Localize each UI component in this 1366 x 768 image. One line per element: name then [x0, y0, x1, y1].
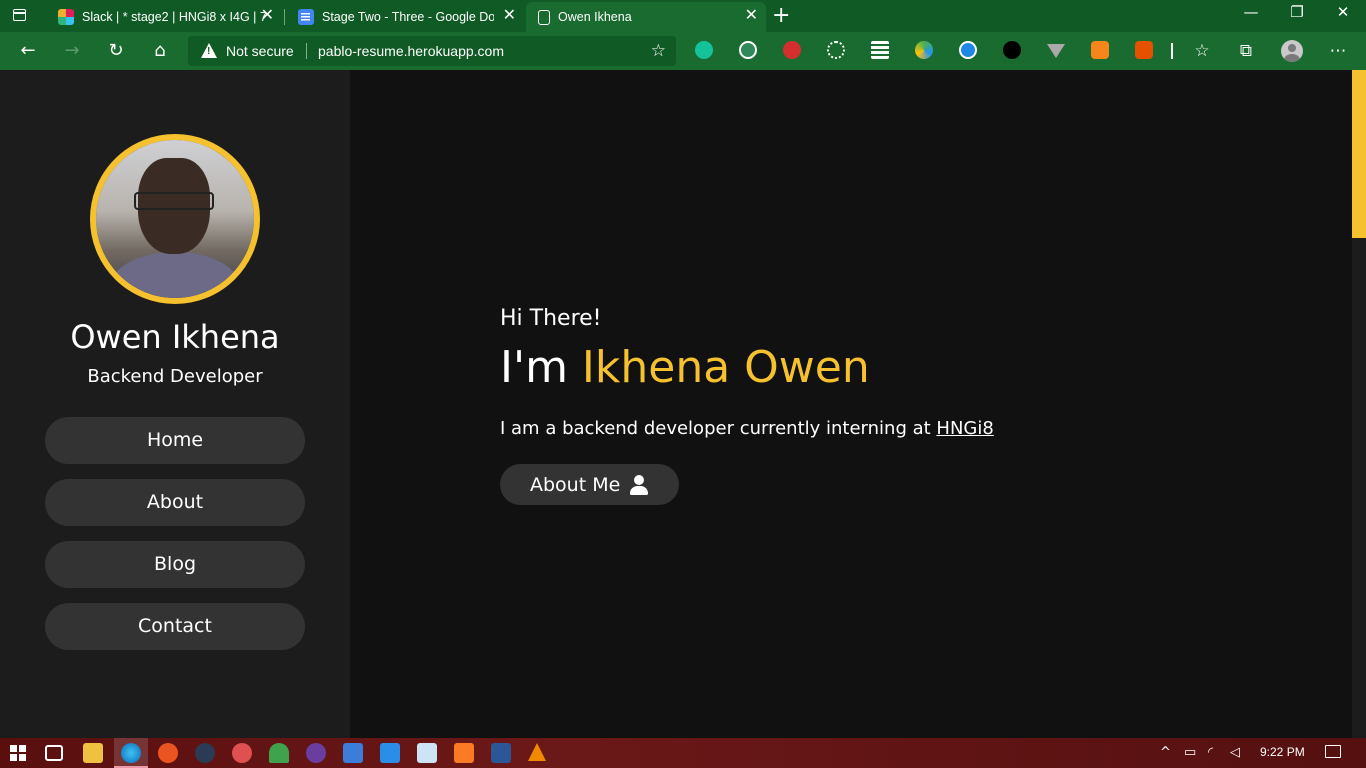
close-tab-icon[interactable]: ✕	[745, 8, 758, 24]
nav-blog-button[interactable]: Blog	[45, 541, 305, 588]
edge-icon[interactable]	[121, 743, 141, 763]
page-scrollbar[interactable]	[1352, 70, 1366, 738]
extension-icon[interactable]	[871, 41, 889, 59]
slack-icon	[58, 9, 74, 25]
address-bar[interactable]: Not secure pablo-resume.herokuapp.com ☆	[188, 36, 676, 66]
volume-icon[interactable]: ◁	[1230, 745, 1240, 760]
tab-divider	[284, 9, 285, 25]
ubuntu-icon[interactable]	[158, 743, 178, 763]
app-icon[interactable]	[343, 743, 363, 763]
profile-photo	[90, 134, 260, 304]
tray-chevron-icon[interactable]: ^	[1160, 745, 1171, 760]
tab-owen-ikhena[interactable]: Owen Ikhena ✕	[526, 2, 766, 32]
nav-home-button[interactable]: Home	[45, 417, 305, 464]
nav-about-button[interactable]: About	[45, 479, 305, 526]
vscode-icon[interactable]	[380, 743, 400, 763]
sidebar: Owen Ikhena Backend Developer Home About…	[0, 70, 350, 738]
hero-greeting: Hi There!	[500, 306, 602, 331]
sidebar-nav: Home About Blog Contact	[45, 417, 305, 665]
extension-icon[interactable]	[959, 41, 977, 59]
add-favorite-icon[interactable]: ☆	[651, 41, 666, 61]
metamask-icon[interactable]	[1091, 41, 1109, 59]
about-me-button[interactable]: About Me	[500, 464, 679, 505]
app-icon[interactable]	[269, 743, 289, 763]
home-icon[interactable]: ⌂	[147, 38, 173, 64]
profile-name: Owen Ikhena	[70, 318, 280, 356]
battery-icon[interactable]: ▭	[1184, 745, 1196, 760]
toolbar-divider	[1171, 43, 1173, 59]
taskbar-clock[interactable]: 9:22 PM	[1260, 745, 1305, 759]
about-me-label: About Me	[530, 473, 621, 496]
windows-taskbar: ^ ▭ ◜ ◁ 9:22 PM	[0, 738, 1366, 768]
refresh-icon[interactable]: ↻	[103, 38, 129, 64]
react-devtools-icon[interactable]	[827, 41, 845, 59]
app-icon[interactable]	[232, 743, 252, 763]
extension-icon[interactable]	[1135, 41, 1153, 59]
address-divider	[306, 43, 307, 59]
adblock-icon[interactable]	[783, 41, 801, 59]
app-icon[interactable]	[306, 743, 326, 763]
restore-icon[interactable]: ❐	[1274, 3, 1320, 21]
word-icon[interactable]	[491, 743, 511, 763]
xampp-icon[interactable]	[454, 743, 474, 763]
tab-google-docs[interactable]: Stage Two - Three - Google Docs ✕	[286, 2, 524, 32]
app-icon[interactable]	[195, 743, 215, 763]
notepad-icon[interactable]	[417, 743, 437, 763]
headline-prefix: I'm	[500, 342, 582, 393]
user-icon	[630, 474, 649, 495]
file-explorer-icon[interactable]	[83, 743, 103, 763]
tab-title: Owen Ikhena	[558, 10, 632, 24]
more-options-icon[interactable]: ⋯	[1325, 38, 1351, 64]
headline-highlight: Ikhena Owen	[581, 342, 870, 393]
hngi8-link[interactable]: HNGi8	[936, 418, 993, 439]
page-viewport: Owen Ikhena Backend Developer Home About…	[0, 70, 1366, 738]
tab-title: Slack | * stage2 | HNGi8 x I4G | 7	[82, 10, 267, 24]
vue-devtools-icon[interactable]	[1047, 44, 1065, 58]
back-icon[interactable]: ←	[15, 38, 41, 64]
security-label[interactable]: Not secure	[226, 43, 294, 59]
tab-actions-icon[interactable]	[10, 7, 30, 25]
new-tab-icon[interactable]: +	[772, 5, 790, 27]
intro-text: I am a backend developer currently inter…	[500, 418, 937, 439]
close-tab-icon[interactable]: ✕	[503, 8, 516, 24]
hero-headline: I'm Ikhena Owen	[500, 342, 870, 393]
favorites-icon[interactable]: ☆	[1189, 38, 1215, 64]
page-icon	[538, 9, 550, 25]
google-docs-icon	[298, 9, 314, 25]
minimize-icon[interactable]: —	[1228, 3, 1274, 21]
hero-intro: I am a backend developer currently inter…	[500, 418, 994, 439]
profile-role: Backend Developer	[87, 366, 263, 387]
browser-toolbar: ← → ↻ ⌂ Not secure pablo-resume.herokuap…	[0, 32, 1366, 70]
angular-devtools-icon[interactable]	[1003, 41, 1021, 59]
scrollbar-thumb[interactable]	[1352, 70, 1366, 238]
forward-icon[interactable]: →	[59, 38, 85, 64]
close-window-icon[interactable]: ✕	[1320, 3, 1366, 21]
tab-slack[interactable]: Slack | * stage2 | HNGi8 x I4G | 7 ✕	[46, 2, 282, 32]
close-tab-icon[interactable]: ✕	[261, 8, 274, 24]
browser-tab-bar: Slack | * stage2 | HNGi8 x I4G | 7 ✕ Sta…	[0, 0, 1366, 32]
notification-icon[interactable]	[1325, 745, 1341, 758]
vlc-icon[interactable]	[528, 743, 546, 761]
warning-icon	[201, 43, 217, 58]
nav-contact-button[interactable]: Contact	[45, 603, 305, 650]
extension-icon[interactable]	[739, 41, 757, 59]
tab-title: Stage Two - Three - Google Docs	[322, 10, 494, 24]
profile-avatar-icon[interactable]	[1281, 40, 1303, 62]
task-view-icon[interactable]	[45, 745, 63, 761]
hero-section: Hi There! I'm Ikhena Owen I am a backend…	[350, 70, 1352, 738]
url-text[interactable]: pablo-resume.herokuapp.com	[318, 43, 504, 59]
collections-icon[interactable]: ⧉	[1233, 38, 1259, 64]
extension-icon[interactable]	[915, 41, 933, 59]
grammarly-icon[interactable]	[695, 41, 713, 59]
windows-start-icon[interactable]	[10, 745, 26, 761]
wifi-icon[interactable]: ◜	[1208, 745, 1213, 760]
